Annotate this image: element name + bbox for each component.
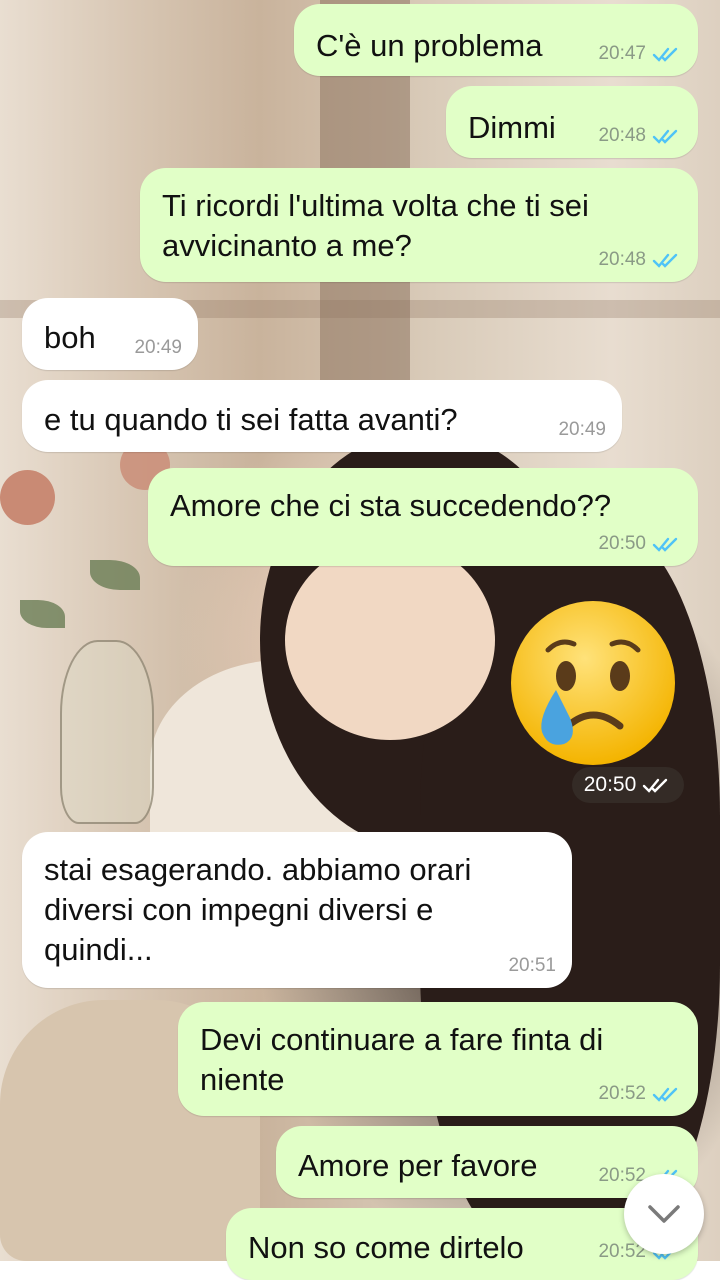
message-meta: 20:50 (598, 534, 682, 554)
double-check-icon (652, 253, 678, 268)
message-time: 20:50 (598, 533, 646, 554)
scroll-to-bottom-button[interactable] (624, 1174, 704, 1254)
message-meta: 20:52 (598, 1084, 682, 1104)
message-meta: 20:48 (598, 126, 682, 146)
message-text: boh (44, 320, 96, 355)
message-text: Amore per favore (298, 1148, 538, 1183)
double-check-icon (643, 778, 668, 793)
message-text: e tu quando ti sei fatta avanti? (44, 402, 458, 437)
chevron-down-icon (648, 1205, 680, 1223)
message-time: 20:50 (583, 773, 637, 796)
message-text: Dimmi (468, 110, 556, 145)
message-bubble[interactable]: Ti ricordi l'ultima volta che ti sei avv… (140, 168, 698, 282)
message-bubble[interactable]: Dimmi 20:48 (446, 86, 698, 158)
message-meta: 20:47 (598, 44, 682, 64)
double-check-icon (652, 537, 678, 552)
message-time: 20:52 (598, 1083, 646, 1104)
double-check-icon (652, 129, 678, 144)
message-meta: 20:48 (598, 250, 682, 270)
message-time: 20:47 (598, 43, 646, 64)
message-text: C'è un problema (316, 28, 543, 63)
message-bubble[interactable]: C'è un problema 20:47 (294, 4, 698, 76)
message-time: 20:49 (134, 337, 182, 358)
message-text: Amore che ci sta succedendo?? (170, 488, 612, 523)
message-time: 20:48 (598, 125, 646, 146)
message-meta: 20:51 (508, 956, 556, 976)
message-bubble[interactable]: boh 20:49 (22, 298, 198, 370)
message-bubble[interactable]: Devi continuare a fare finta di niente 2… (178, 1002, 698, 1116)
message-time: 20:49 (558, 419, 606, 440)
message-text: stai esagerando. abbiamo orari diversi c… (44, 852, 472, 967)
crying-face-emoji (511, 601, 675, 765)
message-bubble[interactable]: stai esagerando. abbiamo orari diversi c… (22, 832, 572, 988)
message-text: Non so come dirtelo (248, 1230, 524, 1265)
message-text: Ti ricordi l'ultima volta che ti sei avv… (162, 188, 589, 263)
emoji-message-meta: 20:50 (572, 767, 684, 803)
message-meta: 20:49 (134, 338, 182, 358)
emoji-message[interactable] (508, 598, 678, 768)
message-time: 20:51 (508, 955, 556, 976)
message-time: 20:48 (598, 249, 646, 270)
message-bubble[interactable]: Amore che ci sta succedendo?? 20:50 (148, 468, 698, 566)
double-check-icon (652, 47, 678, 62)
message-bubble[interactable]: e tu quando ti sei fatta avanti? 20:49 (22, 380, 622, 452)
message-meta: 20:49 (558, 420, 606, 440)
double-check-icon (652, 1087, 678, 1102)
